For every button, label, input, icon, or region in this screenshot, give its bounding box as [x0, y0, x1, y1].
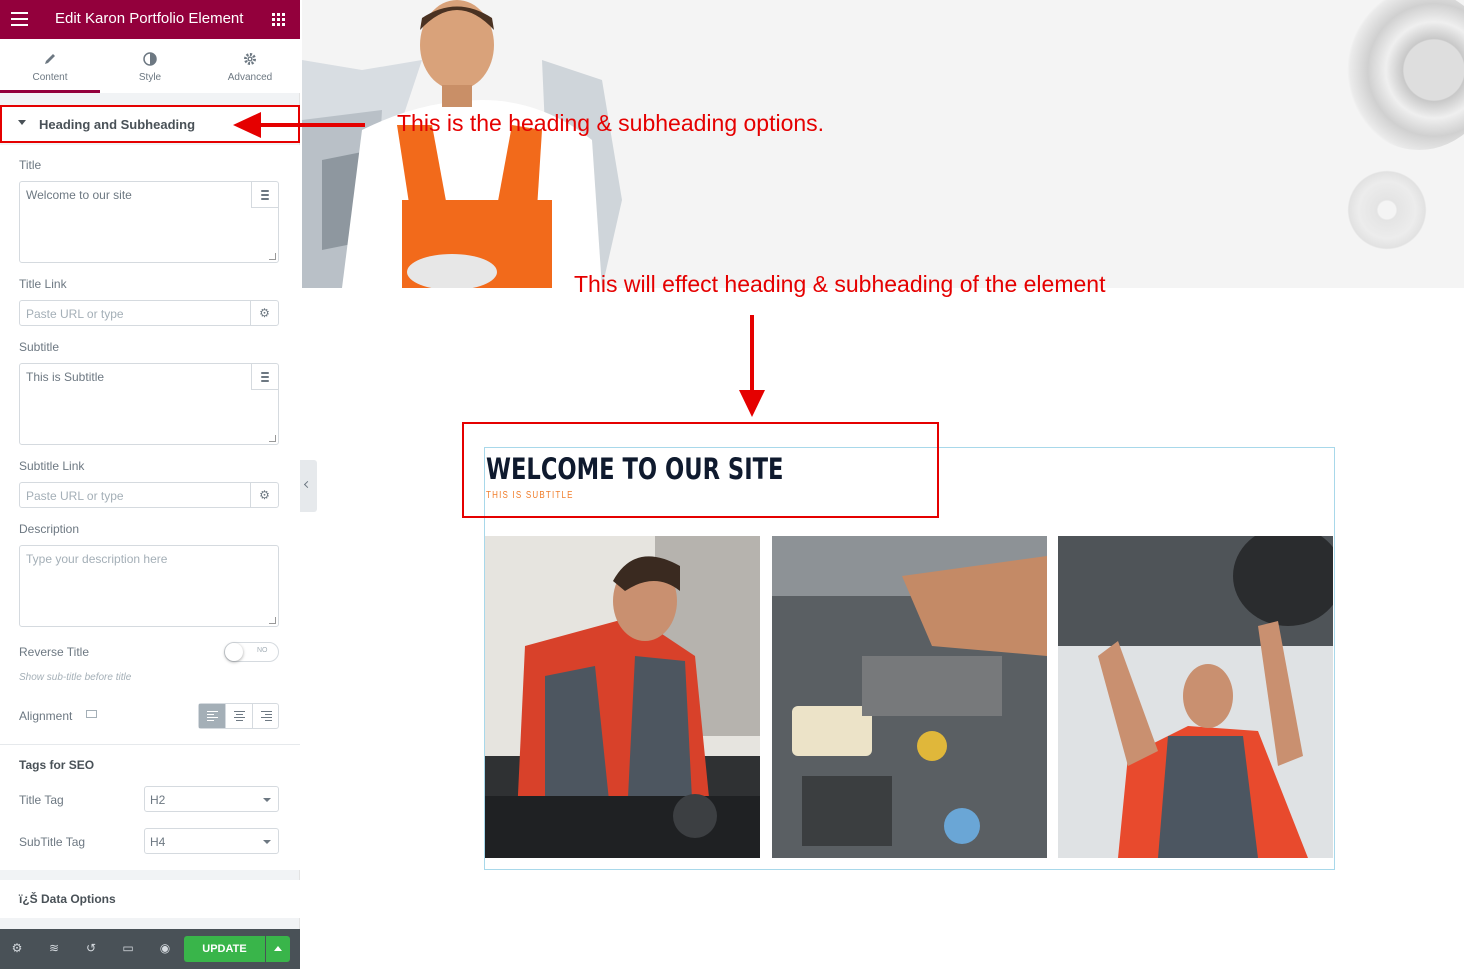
- subtitle-link-placeholder: Paste URL or type: [26, 489, 124, 503]
- resize-grip-icon[interactable]: [269, 435, 276, 442]
- alignment-control: [198, 703, 279, 729]
- portfolio-image-mechanic-engine[interactable]: [485, 536, 760, 858]
- tab-style-label: Style: [138, 72, 162, 83]
- reverse-title-label: Reverse Title: [19, 645, 90, 659]
- hamburger-menu-icon[interactable]: [11, 12, 28, 26]
- portfolio-image-engine-bay[interactable]: [772, 536, 1047, 858]
- history-icon[interactable]: ↺: [84, 941, 98, 955]
- tab-advanced[interactable]: Advanced: [200, 39, 300, 93]
- subtitle-tag-label: SubTitle Tag: [19, 835, 86, 849]
- gear-icon: [244, 53, 256, 65]
- tire-background-image: [1344, 0, 1464, 150]
- title-textarea[interactable]: Welcome to our site: [19, 181, 279, 263]
- annotation-arrow-shaft-vertical: [750, 315, 754, 395]
- subtitle-tag-value: H4: [150, 835, 166, 849]
- dynamic-tags-icon[interactable]: [251, 364, 278, 390]
- link-options-gear-icon[interactable]: ⚙: [250, 483, 278, 507]
- subtitle-tag-select[interactable]: H4: [144, 828, 279, 854]
- editor-panel: Edit Karon Portfolio Element Content Sty…: [0, 0, 300, 969]
- subtitle-label: Subtitle: [19, 340, 60, 354]
- data-section-title: ï¿Š Data Options: [19, 892, 116, 906]
- link-options-gear-icon[interactable]: ⚙: [250, 301, 278, 325]
- responsive-mode-icon[interactable]: ▭: [121, 941, 135, 955]
- panel-header: Edit Karon Portfolio Element: [0, 0, 300, 39]
- title-tag-value: H2: [150, 793, 166, 807]
- align-left-button[interactable]: [199, 704, 226, 728]
- tab-advanced-label: Advanced: [227, 72, 273, 83]
- title-link-label: Title Link: [19, 277, 67, 291]
- annotation-arrow-head-down: [739, 390, 765, 417]
- resize-grip-icon[interactable]: [269, 617, 276, 624]
- title-label: Title: [19, 158, 42, 172]
- description-label: Description: [19, 522, 80, 536]
- collapse-panel-button[interactable]: [300, 460, 317, 512]
- tab-content[interactable]: Content: [0, 39, 100, 93]
- title-tag-label: Title Tag: [19, 793, 64, 807]
- align-center-button[interactable]: [225, 704, 251, 728]
- subtitle-textarea[interactable]: This is Subtitle: [19, 363, 279, 445]
- annotation-arrow-head-left: [233, 112, 261, 138]
- section-data-options[interactable]: ï¿Š Data Options: [0, 880, 300, 918]
- annotation-text-options: This is the heading & subheading options…: [397, 110, 825, 136]
- navigator-layers-icon[interactable]: ≋: [47, 941, 61, 955]
- widget-subheading: THIS IS SUBTITLE: [486, 490, 574, 501]
- preview-eye-icon[interactable]: ◉: [158, 941, 172, 955]
- tab-style[interactable]: Style: [100, 39, 200, 93]
- toggle-knob: [225, 643, 243, 661]
- desktop-icon[interactable]: [86, 710, 97, 718]
- seo-section-title: Tags for SEO: [19, 758, 95, 772]
- tab-content-label: Content: [32, 72, 68, 83]
- widget-heading: WELCOME TO OUR SITE: [486, 452, 784, 486]
- panel-title: Edit Karon Portfolio Element: [55, 10, 244, 27]
- divider: [0, 744, 300, 745]
- title-value: Welcome to our site: [26, 188, 132, 202]
- dropdown-arrow-icon: [263, 798, 271, 802]
- resize-grip-icon[interactable]: [269, 253, 276, 260]
- annotation-text-effect: This will effect heading & subheading of…: [574, 271, 1106, 297]
- panel-tabs: Content Style Advanced: [0, 39, 300, 93]
- pencil-icon: [45, 54, 55, 64]
- annotation-arrow-shaft: [252, 123, 365, 127]
- subtitle-link-label: Subtitle Link: [19, 459, 85, 473]
- reverse-title-hint: Show sub-title before title: [19, 672, 132, 683]
- subtitle-value: This is Subtitle: [26, 370, 105, 384]
- section-title: Heading and Subheading: [39, 117, 196, 132]
- chevron-left-icon: [303, 480, 312, 489]
- dynamic-tags-icon[interactable]: [251, 182, 278, 208]
- title-tag-select[interactable]: H2: [144, 786, 279, 812]
- update-options-button[interactable]: [266, 936, 290, 962]
- half-circle-icon: [143, 52, 157, 66]
- widgets-grid-icon[interactable]: [272, 13, 285, 26]
- toggle-state: NO: [257, 647, 268, 654]
- description-placeholder: Type your description here: [26, 552, 168, 566]
- settings-gear-icon[interactable]: ⚙: [10, 941, 24, 955]
- align-right-button[interactable]: [251, 704, 278, 728]
- controls-area: Title Welcome to our site Title Link Pas…: [0, 145, 300, 870]
- mechanic-hero-image: [302, 0, 622, 288]
- description-textarea[interactable]: Type your description here: [19, 545, 279, 627]
- dropdown-arrow-icon: [263, 840, 271, 844]
- title-link-input[interactable]: Paste URL or type ⚙: [19, 300, 279, 326]
- brake-disc-background-image: [1342, 165, 1432, 255]
- hero-banner: [302, 0, 1464, 288]
- update-button[interactable]: UPDATE: [184, 936, 265, 962]
- reverse-title-toggle[interactable]: NO: [224, 642, 279, 662]
- caret-down-icon: [18, 120, 26, 125]
- portfolio-image-under-car[interactable]: [1058, 536, 1333, 858]
- subtitle-link-input[interactable]: Paste URL or type ⚙: [19, 482, 279, 508]
- title-link-placeholder: Paste URL or type: [26, 307, 124, 321]
- alignment-label: Alignment: [19, 709, 73, 723]
- caret-up-icon: [274, 946, 282, 951]
